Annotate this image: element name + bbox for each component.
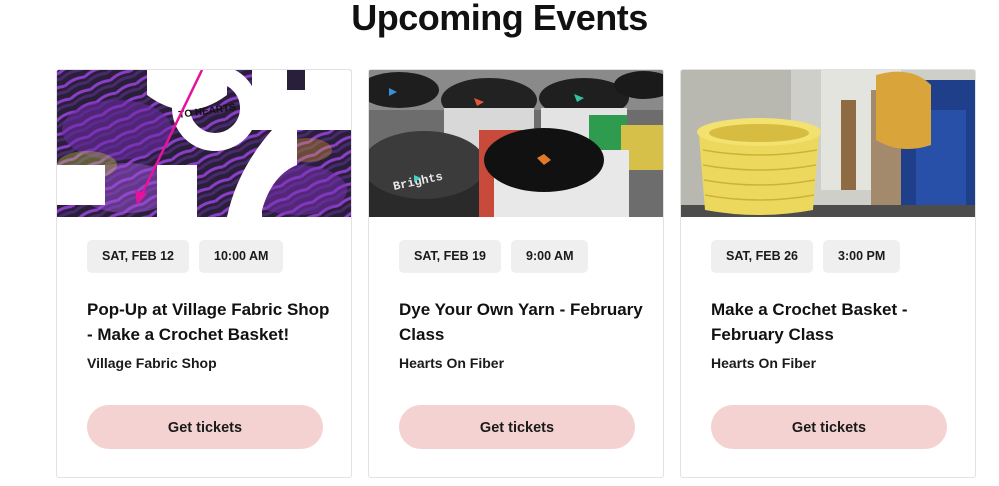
event-venue: Hearts On Fiber	[399, 355, 505, 371]
event-card[interactable]: Brights SAT, FEB 19 9:00 AM Dye Your Own…	[368, 69, 664, 478]
event-date-chip: SAT, FEB 12	[87, 240, 190, 273]
event-meta: SAT, FEB 12 10:00 AM	[87, 240, 284, 273]
event-meta: SAT, FEB 19 9:00 AM	[399, 240, 589, 273]
event-image-dye-jars[interactable]: Brights	[369, 70, 663, 217]
event-time-chip: 3:00 PM	[823, 240, 901, 273]
event-image-crochet-basket[interactable]	[681, 70, 975, 217]
event-venue: Hearts On Fiber	[711, 355, 817, 371]
event-title[interactable]: Make a Crochet Basket - February Class	[711, 297, 957, 347]
upcoming-events-section: Upcoming Events TO HEARTS SAT, FEB 12 10…	[0, 0, 999, 486]
event-card[interactable]: TO HEARTS SAT, FEB 12 10:00 AM Pop-Up at…	[56, 69, 352, 478]
event-date-chip: SAT, FEB 19	[399, 240, 502, 273]
event-venue: Village Fabric Shop	[87, 355, 217, 371]
event-card[interactable]: SAT, FEB 26 3:00 PM Make a Crochet Baske…	[680, 69, 976, 478]
event-time-chip: 10:00 AM	[199, 240, 284, 273]
section-title: Upcoming Events	[351, 0, 648, 38]
event-time-chip: 9:00 AM	[511, 240, 589, 273]
get-tickets-button[interactable]: Get tickets	[87, 405, 323, 449]
event-image-yarn-logo[interactable]: TO HEARTS	[57, 70, 351, 217]
event-title[interactable]: Pop-Up at Village Fabric Shop - Make a C…	[87, 297, 333, 347]
event-date-chip: SAT, FEB 26	[711, 240, 814, 273]
get-tickets-button[interactable]: Get tickets	[399, 405, 635, 449]
event-title[interactable]: Dye Your Own Yarn - February Class	[399, 297, 645, 347]
event-meta: SAT, FEB 26 3:00 PM	[711, 240, 901, 273]
get-tickets-button[interactable]: Get tickets	[711, 405, 947, 449]
